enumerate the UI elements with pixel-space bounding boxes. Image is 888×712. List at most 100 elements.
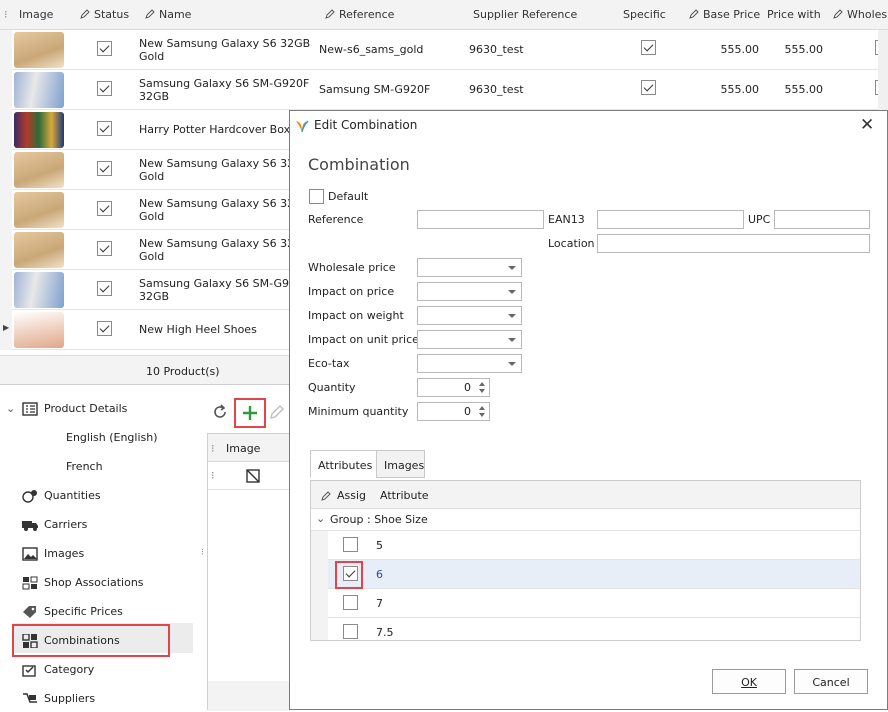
status-checkbox[interactable]	[97, 41, 112, 56]
assign-checkbox[interactable]	[343, 595, 358, 610]
quantity-value: 0	[464, 381, 471, 394]
product-reference: New-s6_sams_gold	[319, 43, 424, 56]
edit-icon[interactable]	[269, 404, 285, 420]
base-price: 555.00	[720, 83, 760, 96]
spin-up-icon[interactable]	[479, 406, 485, 410]
location-label: Location	[548, 237, 595, 250]
spin-down-icon[interactable]	[479, 389, 485, 393]
specific-checkbox[interactable]	[641, 80, 656, 95]
col-name[interactable]: Name	[145, 8, 191, 21]
col-image[interactable]: Image	[226, 442, 260, 455]
wholesale-price-dropdown[interactable]	[417, 258, 522, 277]
attribute-row[interactable]: 7.5	[328, 618, 860, 640]
min-quantity-stepper[interactable]: 0	[417, 402, 490, 421]
product-thumbnail	[14, 232, 64, 268]
impact-weight-dropdown[interactable]	[417, 306, 522, 325]
supplier-reference: 9630_test	[469, 43, 524, 56]
col-attribute[interactable]: Attribute	[380, 489, 429, 502]
col-reference[interactable]: Reference	[325, 8, 394, 21]
tree-item-label: Specific Prices	[44, 605, 123, 618]
tree-item-images[interactable]: Images	[22, 540, 217, 567]
col-image[interactable]: Image	[19, 8, 53, 21]
image-icon	[22, 546, 38, 561]
product-name: New Samsung Galaxy S6 32GB Gold	[139, 237, 311, 263]
status-checkbox[interactable]	[97, 161, 112, 176]
assign-checkbox[interactable]	[343, 624, 358, 639]
product-tree: ⌄ Product Details English (English) Fren…	[0, 395, 205, 710]
chevron-down-icon[interactable]: ⌄	[316, 512, 325, 525]
splitter-grip[interactable]: ⁝	[201, 548, 204, 558]
ok-button[interactable]: OK	[712, 669, 786, 694]
col-price-with[interactable]: Price with	[767, 8, 821, 21]
col-base-price[interactable]: Base Price	[689, 8, 760, 21]
row-indicator	[0, 70, 12, 110]
chevron-down-icon[interactable]: ⌄	[6, 402, 15, 415]
pencil-icon	[833, 9, 843, 19]
table-row[interactable]: New Samsung Galaxy S6 32GB Gold New-s6_sam…	[0, 30, 888, 70]
group-row[interactable]: ⌄ Group : Shoe Size	[311, 509, 860, 531]
spin-up-icon[interactable]	[479, 382, 485, 386]
status-checkbox[interactable]	[97, 281, 112, 296]
tree-item-quantities[interactable]: Quantities	[22, 482, 217, 509]
pencil-icon	[689, 9, 699, 19]
assign-checkbox[interactable]	[343, 537, 358, 552]
tree-item-label: Carriers	[44, 518, 88, 531]
attribute-row[interactable]: 5	[328, 531, 860, 560]
attributes-grid-header: Assign Attribute	[311, 481, 860, 509]
specific-checkbox[interactable]	[641, 40, 656, 55]
col-specific[interactable]: Specific	[623, 8, 666, 21]
refresh-icon[interactable]	[211, 403, 229, 421]
col-status[interactable]: Status	[80, 8, 129, 21]
impact-price-dropdown[interactable]	[417, 282, 522, 301]
status-checkbox[interactable]	[97, 81, 112, 96]
status-checkbox[interactable]	[97, 201, 112, 216]
reference-input[interactable]	[417, 210, 544, 229]
truck-icon	[22, 520, 38, 531]
tree-item-suppliers[interactable]: Suppliers	[22, 685, 217, 712]
min-quantity-label: Minimum quantity	[308, 405, 409, 418]
tree-item-category[interactable]: Category	[22, 656, 217, 683]
tab-attributes[interactable]: Attributes	[310, 450, 377, 478]
spin-down-icon[interactable]	[479, 413, 485, 417]
attribute-value: 6	[376, 568, 383, 581]
group-label: Group : Shoe Size	[330, 513, 428, 526]
col-supplier-reference[interactable]: Supplier Reference	[473, 8, 577, 21]
quantity-stepper[interactable]: 0	[417, 378, 490, 397]
tree-item-product-details[interactable]: Product Details	[22, 395, 217, 422]
tree-item-shop-associations[interactable]: Shop Associations	[22, 569, 217, 596]
row-indicator	[0, 230, 12, 270]
header-indicator-icon: ⁝	[4, 8, 8, 21]
upc-input[interactable]	[774, 210, 870, 229]
attributes-grid: Assign Attribute ⌄ Group : Shoe Size 5 6 7…	[310, 480, 861, 641]
attribute-row[interactable]: 6	[328, 560, 860, 589]
combination-row[interactable]: ⁝	[208, 462, 290, 490]
close-icon[interactable]: ✕	[860, 115, 874, 135]
min-quantity-value: 0	[464, 405, 471, 418]
add-icon[interactable]	[241, 404, 259, 422]
default-checkbox[interactable]	[309, 189, 324, 204]
col-wholesale[interactable]: Wholes	[833, 8, 887, 21]
tree-item-specific-prices[interactable]: Specific Prices	[22, 598, 217, 625]
product-reference: Samsung SM-G920F	[319, 83, 431, 96]
table-row[interactable]: Samsung Galaxy S6 SM-G920F 32GB Samsung SM…	[0, 70, 888, 110]
row-indicator	[0, 190, 12, 230]
impact-price-label: Impact on price	[308, 285, 395, 298]
impact-unit-price-dropdown[interactable]	[417, 330, 522, 349]
status-checkbox[interactable]	[97, 121, 112, 136]
ean13-input[interactable]	[597, 210, 744, 229]
row-indicator	[0, 150, 12, 190]
tree-item-carriers[interactable]: Carriers	[22, 511, 217, 538]
attribute-row[interactable]: 7	[328, 589, 860, 618]
attribute-value: 7	[376, 597, 383, 610]
ecotax-dropdown[interactable]	[417, 354, 522, 373]
cancel-button[interactable]: Cancel	[794, 669, 868, 694]
price-with: 555.00	[784, 83, 824, 96]
col-assign[interactable]: Assign	[337, 489, 367, 502]
status-checkbox[interactable]	[97, 241, 112, 256]
status-checkbox[interactable]	[97, 321, 112, 336]
location-input[interactable]	[597, 234, 870, 253]
tab-images[interactable]: Images	[376, 450, 425, 478]
combinations-grid: ⁝ Image ⁝	[207, 433, 290, 711]
ecotax-label: Eco-tax	[308, 357, 350, 370]
pencil-icon	[80, 9, 90, 19]
